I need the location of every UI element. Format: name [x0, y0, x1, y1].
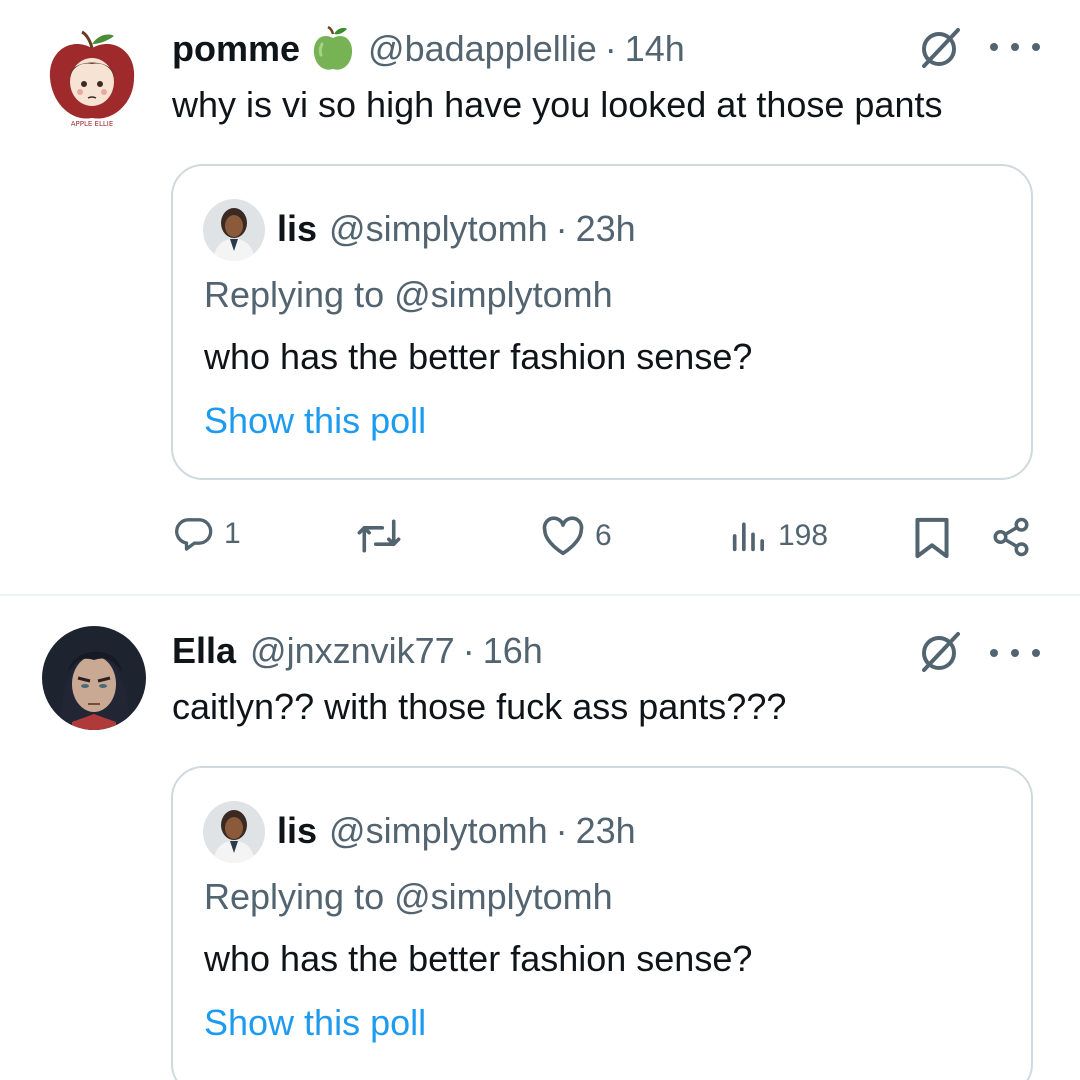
- tweet-text: caitlyn?? with those fuck ass pants???: [172, 686, 787, 727]
- separator: ·: [462, 630, 475, 671]
- quoted-tweet[interactable]: lis @simplytomh · 23h Replying to @simpl…: [171, 766, 1033, 1080]
- quoted-avatar[interactable]: [203, 801, 265, 863]
- like-button[interactable]: 6: [541, 516, 612, 556]
- quoted-tweet[interactable]: lis @simplytomh · 23h Replying to @simpl…: [171, 164, 1033, 480]
- show-poll-link[interactable]: Show this poll: [204, 400, 426, 442]
- share-icon: [990, 516, 1032, 558]
- green-apple-emoji: [312, 26, 354, 72]
- tweet[interactable]: APPLE ELLIE pomme @badapplellie · 14h wh…: [0, 0, 1080, 594]
- author-handle[interactable]: @badapplellie: [368, 28, 597, 70]
- like-count: 6: [595, 519, 612, 552]
- svg-text:APPLE ELLIE: APPLE ELLIE: [71, 120, 114, 128]
- like-icon: [541, 516, 585, 556]
- grok-icon[interactable]: [918, 26, 962, 70]
- quoted-author-name[interactable]: lis: [277, 208, 317, 250]
- reply-icon: [174, 514, 214, 554]
- bookmark-button[interactable]: [912, 516, 952, 560]
- retweet-button[interactable]: [356, 518, 412, 554]
- quoted-avatar[interactable]: [203, 199, 265, 261]
- quoted-author-handle[interactable]: @simplytomh: [329, 810, 548, 852]
- avatar[interactable]: [42, 626, 146, 730]
- separator: ·: [555, 810, 568, 851]
- quoted-author-name[interactable]: lis: [277, 810, 317, 852]
- replying-to[interactable]: Replying to @simplytomh: [204, 274, 613, 316]
- bookmark-icon: [912, 516, 952, 560]
- retweet-icon: [356, 518, 402, 554]
- grok-icon[interactable]: [918, 630, 962, 674]
- timestamp[interactable]: 14h: [625, 28, 685, 70]
- tweet[interactable]: Ella @jnxznvik77 · 16h caitlyn?? with th…: [0, 596, 1080, 1080]
- quoted-text: who has the better fashion sense?: [204, 938, 753, 979]
- more-icon[interactable]: [990, 32, 1040, 62]
- separator: ·: [604, 28, 617, 69]
- quoted-timestamp[interactable]: 23h: [576, 208, 636, 250]
- views-button[interactable]: 198: [728, 516, 828, 556]
- replying-to[interactable]: Replying to @simplytomh: [204, 876, 613, 918]
- quoted-author-handle[interactable]: @simplytomh: [329, 208, 548, 250]
- more-icon[interactable]: [990, 638, 1040, 668]
- author-handle[interactable]: @jnxznvik77: [250, 630, 455, 672]
- share-button[interactable]: [990, 516, 1032, 558]
- show-poll-link[interactable]: Show this poll: [204, 1002, 426, 1044]
- separator: ·: [555, 208, 568, 249]
- quoted-text: who has the better fashion sense?: [204, 336, 753, 377]
- author-name[interactable]: Ella: [172, 630, 236, 672]
- views-icon: [728, 516, 768, 556]
- timestamp[interactable]: 16h: [483, 630, 543, 672]
- quoted-timestamp[interactable]: 23h: [576, 810, 636, 852]
- avatar[interactable]: APPLE ELLIE: [40, 26, 144, 130]
- views-count: 198: [778, 519, 829, 552]
- reply-count: 1: [224, 517, 241, 550]
- tweet-text: why is vi so high have you looked at tho…: [172, 84, 943, 125]
- reply-button[interactable]: 1: [174, 514, 241, 554]
- author-name[interactable]: pomme: [172, 28, 300, 70]
